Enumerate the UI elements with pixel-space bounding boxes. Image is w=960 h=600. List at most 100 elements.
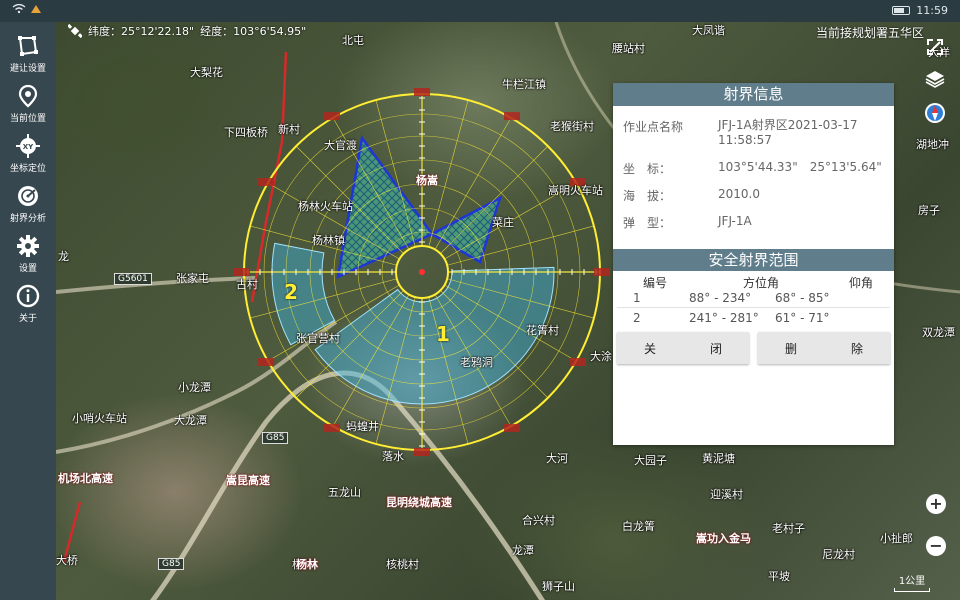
map-place-label: 北屯 xyxy=(342,34,364,47)
column-header-elevation: 仰角 xyxy=(849,276,874,290)
column-header-azimuth: 方位角 xyxy=(743,276,780,290)
wifi-icon xyxy=(12,4,26,14)
map-place-label: 大梨花 xyxy=(190,66,223,79)
coordinate-value: 103°5'44.33" 25°13'5.64" xyxy=(718,160,882,174)
sidebar-item-avoid-settings[interactable]: 避让设置 xyxy=(0,34,56,80)
scale-label: 1公里 xyxy=(898,576,926,587)
highway-shield: G85 xyxy=(262,432,289,444)
map-place-label: 大龙潭 xyxy=(174,414,207,427)
sidebar-item-label: 关于 xyxy=(18,314,37,324)
sidebar-item-settings[interactable]: 设置 xyxy=(0,234,56,280)
azimuth-marker xyxy=(414,88,430,96)
ammo-type-label: 弹 型： xyxy=(623,216,672,230)
sidebar-item-label: 避让设置 xyxy=(9,64,46,74)
map-place-label: 尼龙村 xyxy=(822,548,855,561)
map-place-label: 落水 xyxy=(382,450,404,463)
info-icon xyxy=(16,284,40,308)
firing-range-layer xyxy=(234,88,610,456)
table-cell-id: 2 xyxy=(633,311,641,325)
map-place-label: 花箐村 xyxy=(526,324,559,337)
map-place-label: 张家屯 xyxy=(176,272,209,285)
map-road-label: 机场北高速 xyxy=(58,472,113,485)
zoom-out-button[interactable]: − xyxy=(926,536,946,556)
azimuth-marker xyxy=(504,423,520,432)
sidebar-item-current-location[interactable]: 当前位置 xyxy=(0,84,56,130)
map-place-label: 龙 xyxy=(58,250,69,263)
map-scale-bar: 1公里 xyxy=(894,572,930,592)
map-place-label: 合兴村 xyxy=(522,514,555,527)
azimuth-marker xyxy=(414,448,430,456)
map-place-label: 白龙箐 xyxy=(622,520,655,533)
azimuth-marker xyxy=(234,268,250,276)
map-place-label: 腰站村 xyxy=(612,42,645,55)
map-road-label: 杨林 xyxy=(296,558,318,571)
app-notification-icon xyxy=(31,5,41,13)
compass-button[interactable] xyxy=(924,102,946,124)
map-place-label: 黄泥塘 xyxy=(702,452,735,465)
layers-icon xyxy=(925,71,945,88)
azimuth-marker xyxy=(258,178,275,186)
map-place-label: 大桥 xyxy=(56,554,78,567)
status-time: 11:59 xyxy=(916,4,948,17)
satellite-icon xyxy=(68,24,82,38)
sidebar-item-label: 当前位置 xyxy=(9,114,46,124)
sidebar-item-label: 坐标定位 xyxy=(9,164,46,174)
ammo-type-value: JFJ-1A xyxy=(718,214,752,228)
sidebar: 避让设置 当前位置 XY 坐标定位 射界分析 设置 关于 xyxy=(0,22,56,600)
layers-button[interactable] xyxy=(924,68,946,90)
fullscreen-button[interactable] xyxy=(924,36,946,58)
azimuth-marker xyxy=(324,112,340,121)
map-place-label: 核桃村 xyxy=(386,558,419,571)
compass-icon xyxy=(925,103,945,123)
map-place-label: 菜庄 xyxy=(492,216,514,229)
table-cell-azimuth: 241° - 281° xyxy=(689,311,759,325)
map-place-label: 杨林火车站 xyxy=(298,200,353,213)
sidebar-item-label: 设置 xyxy=(18,264,37,274)
map-place-label: 老猴街村 xyxy=(550,120,594,133)
sidebar-item-coordinate-locate[interactable]: XY 坐标定位 xyxy=(0,134,56,180)
sidebar-item-about[interactable]: 关于 xyxy=(0,284,56,330)
map-place-label: 狮子山 xyxy=(542,580,575,593)
azimuth-marker xyxy=(569,358,586,366)
longitude-readout: 经度：103°6'54.95" xyxy=(200,25,307,38)
map-place-label: 大官渡 xyxy=(324,139,357,152)
map-place-label: 古村 xyxy=(236,278,258,291)
delete-button[interactable]: 删除 xyxy=(758,332,890,364)
svg-text:XY: XY xyxy=(23,143,34,151)
current-region-label: 当前接规划署五华区 xyxy=(815,26,924,40)
polygon-edit-icon xyxy=(18,36,38,56)
azimuth-marker xyxy=(504,112,520,121)
map-road-label: 昆明绕城高速 xyxy=(386,496,452,509)
battery-icon xyxy=(892,6,911,15)
table-cell-elevation: 68° - 85° xyxy=(775,291,830,305)
sidebar-item-firing-analysis[interactable]: 射界分析 xyxy=(0,184,56,230)
sector-number-label: 2 xyxy=(284,280,298,304)
xy-crosshair-icon: XY xyxy=(16,134,40,158)
map-place-label: 大涂 xyxy=(590,350,612,363)
table-cell-azimuth: 88° - 234° xyxy=(689,291,752,305)
sector-number-label: 1 xyxy=(436,322,450,346)
table-cell-elevation: 61° - 71° xyxy=(775,311,830,325)
close-button[interactable]: 关闭 xyxy=(617,332,749,364)
ammo-type-row: 弹 型： JFJ-1A xyxy=(623,214,888,231)
minus-icon: − xyxy=(929,536,943,555)
map-place-label: 老村子 xyxy=(772,522,805,535)
map-place-label: 双龙潭 xyxy=(922,326,955,339)
map-place-label: 蚂蝗井 xyxy=(346,420,379,433)
map-place-label: 迎溪村 xyxy=(710,488,743,501)
firing-point xyxy=(419,269,425,275)
azimuth-spoke xyxy=(440,145,549,254)
azimuth-marker xyxy=(594,268,610,276)
coordinate-row: 坐 标： 103°5'44.33" 25°13'5.64" xyxy=(623,160,888,177)
map-place-label: 新村 xyxy=(278,123,300,136)
map-place-label: 牛栏江镇 xyxy=(502,78,546,91)
latitude-readout: 纬度：25°12'22.18" xyxy=(88,25,195,38)
radar-icon xyxy=(18,186,38,206)
map-place-label: 老鸦洞 xyxy=(460,356,493,369)
safe-range-title: 安全射界范围 xyxy=(613,249,894,271)
map-place-label: 五龙山 xyxy=(328,486,361,499)
highway-shield: G5601 xyxy=(114,273,152,285)
zoom-in-button[interactable]: + xyxy=(926,494,946,514)
column-header-id: 编号 xyxy=(643,276,668,290)
map-road-label: 嵩昆高速 xyxy=(226,474,270,487)
